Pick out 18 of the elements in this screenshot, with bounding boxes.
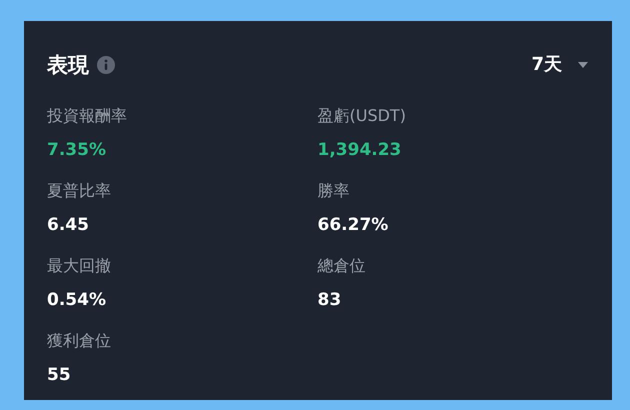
metric-value: 1,394.23: [318, 139, 402, 161]
metric-value: 6.45: [47, 214, 89, 236]
metric-value: 0.54%: [47, 289, 106, 311]
metric-label: 勝率: [318, 180, 350, 202]
metric-label: 最大回撤: [47, 255, 111, 277]
metric-label: 夏普比率: [47, 180, 111, 202]
metric-label: 投資報酬率: [47, 105, 127, 127]
metric-value: 83: [318, 289, 342, 311]
metric-value: 55: [47, 364, 71, 386]
metric-value: 66.27%: [318, 214, 388, 236]
metric-label: 盈虧(USDT): [318, 105, 406, 127]
metric-label: 總倉位: [318, 255, 366, 277]
metric-label: 獲利倉位: [47, 330, 111, 352]
metric-value: 7.35%: [47, 139, 106, 161]
period-dropdown[interactable]: 7天: [531, 50, 588, 80]
info-icon[interactable]: [97, 56, 115, 74]
caret-icon: [578, 62, 588, 68]
card-title: 表現: [47, 52, 89, 79]
